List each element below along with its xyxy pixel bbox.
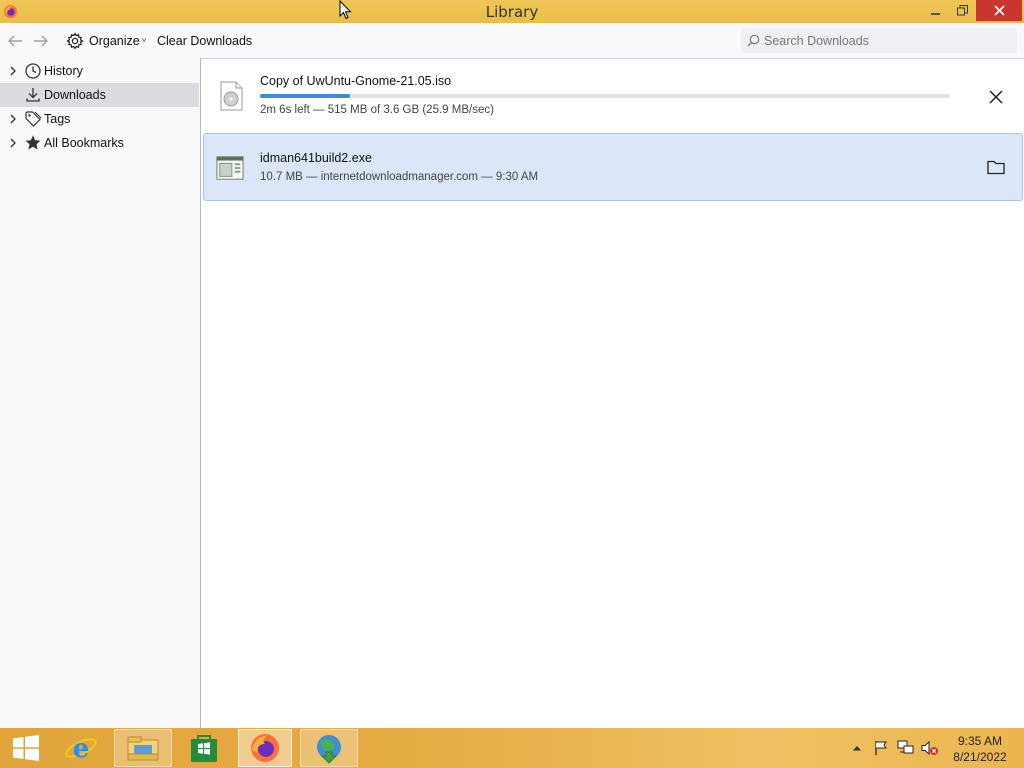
download-filename: idman641build2.exe	[260, 151, 372, 165]
sidebar-item-label: History	[44, 64, 83, 78]
network-button[interactable]	[897, 740, 915, 756]
disc-image-file-icon	[220, 81, 243, 111]
downloads-list: Copy of UwUntu-Gnome-21.05.iso 2m 6s lef…	[200, 58, 1024, 728]
windows-store-icon	[191, 735, 217, 762]
close-icon	[993, 5, 1005, 16]
clock-date: 8/21/2022	[953, 750, 1007, 764]
action-center-button[interactable]	[872, 740, 890, 756]
download-item[interactable]: Copy of UwUntu-Gnome-21.05.iso 2m 6s lef…	[203, 67, 1023, 131]
flag-icon	[875, 741, 887, 755]
taskbar-windows-store[interactable]	[180, 729, 228, 767]
sidebar-item-downloads[interactable]: Downloads	[0, 83, 199, 107]
idm-icon	[317, 735, 341, 764]
firefox-icon	[251, 734, 279, 762]
back-arrow-icon	[8, 35, 22, 46]
star-icon	[25, 135, 41, 150]
internet-explorer-icon: e	[65, 734, 97, 764]
taskbar-internet-explorer[interactable]: e	[60, 729, 102, 767]
chevron-up-icon	[853, 746, 861, 751]
download-status: 10.7 MB — internetdownloadmanager.com — …	[260, 171, 539, 183]
sidebar-item-label: Tags	[44, 112, 71, 126]
library-toolbar: Organize ˅ Clear Downloads	[0, 23, 1024, 58]
taskbar-firefox[interactable]	[238, 729, 292, 767]
organize-button[interactable]: Organize ˅	[66, 23, 146, 58]
back-button[interactable]	[7, 23, 27, 58]
progress-fill	[260, 94, 350, 98]
search-icon	[747, 34, 760, 47]
download-icon	[26, 88, 40, 102]
taskbar: e 9:35 AM 8/21/2022	[0, 728, 1024, 768]
clock-time: 9:35 AM	[957, 734, 1003, 748]
expand-arrow-icon[interactable]	[8, 137, 18, 149]
sidebar: History Downloads Tags All Bookmarks	[0, 58, 200, 728]
title-bar[interactable]: Library	[0, 0, 1024, 23]
clock-icon	[25, 63, 41, 79]
executable-file-icon	[216, 156, 244, 180]
download-filename: Copy of UwUntu-Gnome-21.05.iso	[260, 74, 452, 88]
forward-button[interactable]	[33, 23, 53, 58]
network-icon	[897, 740, 914, 754]
search-downloads-input[interactable]	[764, 33, 1004, 48]
cancel-download-icon[interactable]	[986, 87, 1006, 107]
download-progress-bar	[260, 94, 950, 98]
minimize-icon	[930, 12, 940, 15]
folder-icon[interactable]	[986, 158, 1006, 176]
search-box[interactable]	[741, 28, 1017, 53]
sidebar-item-label: All Bookmarks	[44, 136, 124, 150]
windows-start-icon	[13, 735, 39, 761]
sidebar-item-tags[interactable]: Tags	[0, 107, 199, 131]
taskbar-internet-download-manager[interactable]	[300, 729, 358, 767]
organize-label: Organize	[89, 33, 140, 48]
download-item[interactable]: idman641build2.exe 10.7 MB — internetdow…	[203, 133, 1023, 201]
file-explorer-icon	[127, 736, 159, 761]
close-window-button[interactable]	[976, 0, 1022, 21]
volume-button[interactable]	[921, 740, 939, 756]
download-status: 2m 6s left — 515 MB of 3.6 GB (25.9 MB/s…	[260, 104, 494, 116]
expand-arrow-icon[interactable]	[8, 113, 18, 125]
expand-arrow-icon[interactable]	[8, 65, 18, 77]
sidebar-item-label: Downloads	[44, 88, 106, 102]
taskbar-file-explorer[interactable]	[114, 729, 172, 767]
minimize-button[interactable]	[922, 0, 949, 21]
volume-muted-icon	[921, 740, 938, 756]
sidebar-item-history[interactable]: History	[0, 59, 199, 83]
restore-icon	[957, 5, 968, 16]
gear-icon	[66, 31, 84, 50]
window-title: Library	[485, 3, 539, 21]
forward-arrow-icon	[34, 35, 48, 46]
mouse-cursor-icon	[339, 0, 352, 20]
tag-icon	[25, 111, 42, 127]
system-clock[interactable]: 9:35 AM 8/21/2022	[948, 733, 1012, 765]
svg-text:e: e	[73, 734, 90, 764]
sidebar-item-all-bookmarks[interactable]: All Bookmarks	[0, 131, 199, 155]
show-hidden-icons-button[interactable]	[851, 740, 863, 756]
clear-downloads-button[interactable]: Clear Downloads	[157, 23, 252, 58]
restore-button[interactable]	[949, 0, 976, 21]
chevron-down-icon: ˅	[141, 36, 147, 45]
start-button[interactable]	[6, 729, 46, 767]
